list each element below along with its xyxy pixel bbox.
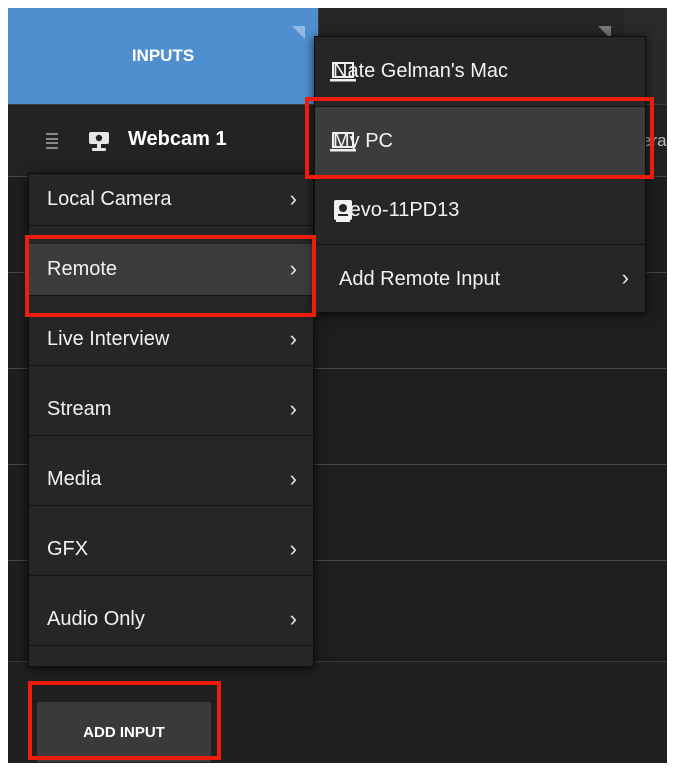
- menu-item-gfx[interactable]: GFX ›: [29, 524, 313, 576]
- menu-item-label: Remote: [47, 258, 118, 280]
- webcam-icon: [89, 132, 109, 151]
- inputs-panel: INPUTS Webcam 1 era ADD INPUT Local Came…: [8, 8, 667, 763]
- chevron-right-icon: ›: [289, 396, 297, 421]
- add-input-button[interactable]: ADD INPUT: [37, 702, 211, 762]
- menu-item-label: Audio Only: [47, 608, 145, 630]
- menu-item-label: Media: [47, 468, 102, 490]
- tab-inputs[interactable]: INPUTS: [8, 8, 318, 104]
- laptop-icon: [330, 132, 356, 152]
- remote-submenu: Nate Gelman's Mac My PC Mevo-11PD13 Add …: [314, 36, 646, 313]
- menu-item-label: Stream: [47, 398, 112, 420]
- menu-item-label: Local Camera: [47, 188, 172, 210]
- menu-item-label: GFX: [47, 538, 89, 560]
- chevron-right-icon: ›: [289, 606, 297, 631]
- submenu-item-mevo[interactable]: Mevo-11PD13: [315, 177, 645, 245]
- add-input-menu: Local Camera › Remote › Live Interview ›…: [28, 173, 314, 667]
- input-row-title: Webcam 1: [128, 128, 227, 150]
- tab-inputs-label: INPUTS: [131, 46, 195, 65]
- menu-item-label: Live Interview: [47, 328, 170, 350]
- submenu-item-add-remote-input[interactable]: Add Remote Input ›: [315, 245, 645, 313]
- submenu-item-label: Add Remote Input: [339, 267, 501, 290]
- submenu-item-my-pc[interactable]: My PC: [315, 107, 645, 177]
- chevron-right-icon: ›: [289, 186, 297, 211]
- menu-item-remote[interactable]: Remote ›: [29, 244, 313, 296]
- menu-item-live-interview[interactable]: Live Interview ›: [29, 314, 313, 366]
- menu-item-audio-only[interactable]: Audio Only ›: [29, 594, 313, 646]
- tab-corner-indicator-icon: [292, 26, 305, 39]
- mevo-camera-icon: [334, 200, 352, 222]
- laptop-icon: [330, 62, 356, 82]
- chevron-right-icon: ›: [289, 536, 297, 561]
- menu-item-stream[interactable]: Stream ›: [29, 384, 313, 436]
- screenshot-frame: INPUTS Webcam 1 era ADD INPUT Local Came…: [0, 0, 673, 771]
- chevron-right-icon: ›: [621, 265, 629, 290]
- menu-item-local-camera[interactable]: Local Camera ›: [29, 174, 313, 226]
- submenu-item-nate-gelmans-mac[interactable]: Nate Gelman's Mac: [315, 37, 645, 107]
- chevron-right-icon: ›: [289, 256, 297, 281]
- menu-item-media[interactable]: Media ›: [29, 454, 313, 506]
- chevron-right-icon: ›: [289, 466, 297, 491]
- add-input-label: ADD INPUT: [83, 723, 165, 741]
- drag-handle-icon[interactable]: [46, 133, 58, 149]
- bottom-bar: ADD INPUT: [8, 661, 667, 763]
- chevron-right-icon: ›: [289, 326, 297, 351]
